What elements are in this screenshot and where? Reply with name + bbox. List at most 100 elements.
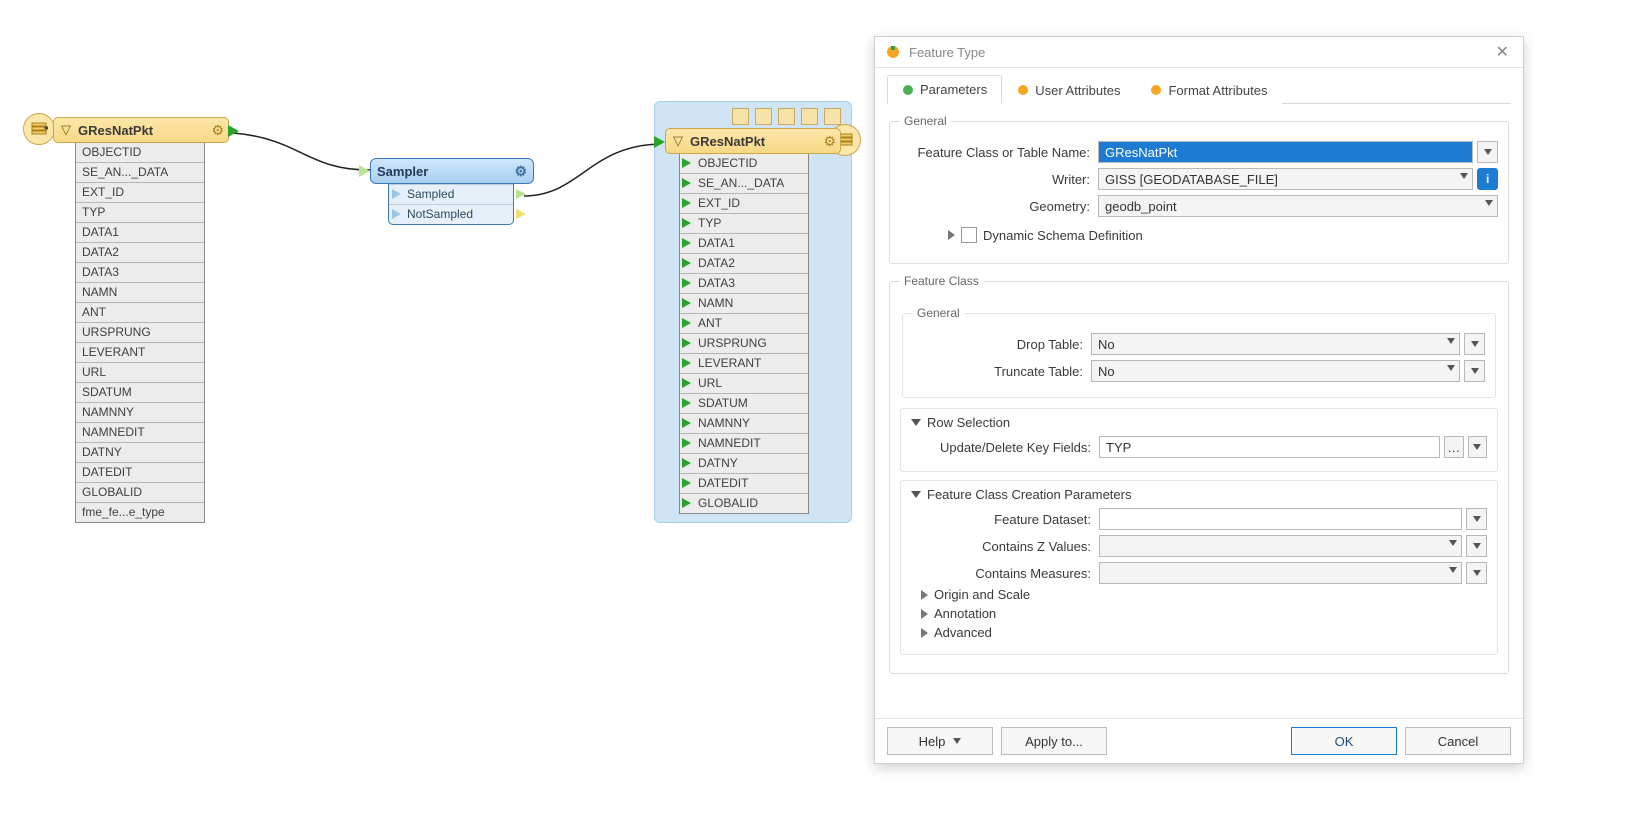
attr-item: NAMN (76, 282, 204, 302)
attr-item: OBJECTID (76, 143, 204, 162)
origin-scale-expander[interactable]: Origin and Scale (921, 587, 1487, 602)
writer-input-port[interactable] (654, 136, 665, 148)
close-icon[interactable]: ✕ (1492, 42, 1513, 62)
drop-table-label: Drop Table: (913, 337, 1091, 352)
button-label: Cancel (1438, 734, 1478, 749)
attr-item: SE_AN..._DATA (680, 173, 808, 193)
fc-name-menu-button[interactable] (1477, 141, 1498, 163)
writer-feature-type-wrap[interactable]: ▽ GResNatPkt OBJECTID SE_AN..._DATA EXT_… (654, 101, 852, 523)
port-sampled[interactable]: Sampled (389, 184, 513, 204)
contains-z-menu-button[interactable] (1466, 535, 1487, 557)
transformer-sampler[interactable]: Sampler Sampled NotSampled (370, 158, 534, 225)
truncate-table-menu-button[interactable] (1464, 360, 1485, 382)
attr-item: EXT_ID (76, 182, 204, 202)
tab-parameters[interactable]: Parameters (887, 75, 1002, 104)
row-selection-section: Row Selection Update/Delete Key Fields: … (900, 408, 1498, 472)
writer-feature-type[interactable]: ▽ GResNatPkt OBJECTID SE_AN..._DATA EXT_… (665, 128, 841, 514)
tab-format-attributes[interactable]: Format Attributes (1135, 75, 1282, 104)
feature-type-dialog: Feature Type ✕ Parameters User Attribute… (874, 36, 1524, 764)
attr-item: URSPRUNG (680, 333, 808, 353)
chevron-down-icon (1460, 173, 1468, 179)
contains-z-combo[interactable] (1099, 535, 1462, 557)
drop-table-combo[interactable]: No (1091, 333, 1460, 355)
help-button[interactable]: Help (887, 727, 993, 755)
reader-output-port[interactable] (228, 125, 239, 137)
combo-value: GISS [GEODATABASE_FILE] (1105, 172, 1278, 187)
reader-title: GResNatPkt (74, 123, 157, 138)
attr-item: NAMNEDIT (680, 433, 808, 453)
geometry-label: Geometry: (900, 199, 1098, 214)
transformer-input-port[interactable] (359, 165, 370, 177)
fc-creation-expander[interactable]: Feature Class Creation Parameters (911, 487, 1487, 502)
dynamic-schema-expander[interactable]: Dynamic Schema Definition (948, 227, 1143, 243)
attr-item: TYP (76, 202, 204, 222)
truncate-table-combo[interactable]: No (1091, 360, 1460, 382)
key-fields-menu-button[interactable] (1468, 436, 1487, 458)
advanced-expander[interactable]: Advanced (921, 625, 1487, 640)
key-fields-browse-button[interactable]: … (1444, 436, 1463, 458)
chevron-right-icon (921, 609, 928, 619)
attr-item: LEVERANT (680, 353, 808, 373)
collapse-icon[interactable]: ▽ (61, 122, 71, 138)
info-button[interactable]: i (1477, 168, 1498, 190)
attr-item: NAMN (680, 293, 808, 313)
feature-class-fieldset: Feature Class General Drop Table: No Tru… (889, 274, 1509, 674)
general-fieldset: General Feature Class or Table Name: Wri… (889, 114, 1509, 264)
fc-name-input[interactable] (1098, 141, 1473, 163)
geometry-combo[interactable]: geodb_point (1098, 195, 1498, 217)
key-fields-input[interactable] (1099, 436, 1440, 458)
reader-header[interactable]: ▽ GResNatPkt (53, 117, 229, 143)
dialog-title: Feature Type (909, 45, 985, 60)
chevron-down-icon (1449, 567, 1457, 573)
key-fields-label: Update/Delete Key Fields: (911, 440, 1099, 455)
attr-item: NAMNEDIT (76, 422, 204, 442)
attr-item: DATA1 (76, 222, 204, 242)
attr-item: DATA2 (76, 242, 204, 262)
transformer-header[interactable]: Sampler (370, 158, 534, 184)
reader-db-icon (23, 113, 55, 145)
tab-label: User Attributes (1035, 83, 1120, 98)
combo-value: No (1098, 364, 1115, 379)
chevron-down-icon (953, 738, 961, 744)
writer-combo[interactable]: GISS [GEODATABASE_FILE] (1098, 168, 1473, 190)
feature-dataset-input[interactable] (1099, 508, 1462, 530)
writer-header[interactable]: ▽ GResNatPkt (665, 128, 841, 154)
ok-button[interactable]: OK (1291, 727, 1397, 755)
dynamic-schema-checkbox[interactable] (961, 227, 977, 243)
collapse-icon[interactable]: ▽ (673, 133, 683, 149)
dialog-titlebar[interactable]: Feature Type ✕ (875, 37, 1523, 68)
row-selection-expander[interactable]: Row Selection (911, 415, 1487, 430)
annotation-expander[interactable]: Annotation (921, 606, 1487, 621)
apply-to-button[interactable]: Apply to... (1001, 727, 1107, 755)
dialog-tabs: Parameters User Attributes Format Attrib… (887, 74, 1511, 104)
reader-feature-type[interactable]: ▽ GResNatPkt OBJECTID SE_AN..._DATA EXT_… (27, 117, 229, 523)
toolbar-icon[interactable] (755, 108, 772, 125)
writer-attribute-list: OBJECTID SE_AN..._DATA EXT_ID TYP DATA1 … (679, 154, 809, 514)
cancel-button[interactable]: Cancel (1405, 727, 1511, 755)
transformer-ports: Sampled NotSampled (388, 184, 514, 225)
attr-item: NAMNNY (680, 413, 808, 433)
attr-item: LEVERANT (76, 342, 204, 362)
gear-icon[interactable] (514, 163, 527, 180)
tab-user-attributes[interactable]: User Attributes (1002, 75, 1135, 104)
annotation-label: Annotation (934, 606, 996, 621)
contains-m-menu-button[interactable] (1466, 562, 1487, 584)
chevron-down-icon (1449, 540, 1457, 546)
toolbar-icon[interactable] (778, 108, 795, 125)
origin-scale-label: Origin and Scale (934, 587, 1030, 602)
toolbar-icon[interactable] (801, 108, 818, 125)
fc-creation-section: Feature Class Creation Parameters Featur… (900, 480, 1498, 655)
toolbar-icon[interactable] (732, 108, 749, 125)
button-label: Apply to... (1025, 734, 1083, 749)
chevron-down-icon (911, 419, 921, 426)
port-notsampled[interactable]: NotSampled (389, 204, 513, 224)
toolbar-icon[interactable] (824, 108, 841, 125)
feature-dataset-menu-button[interactable] (1466, 508, 1487, 530)
drop-table-menu-button[interactable] (1464, 333, 1485, 355)
attr-item: DATNY (680, 453, 808, 473)
chevron-right-icon (948, 230, 955, 240)
contains-m-combo[interactable] (1099, 562, 1462, 584)
gear-icon[interactable] (211, 122, 224, 139)
gear-icon[interactable] (823, 133, 836, 150)
gear-green-icon (902, 84, 914, 96)
